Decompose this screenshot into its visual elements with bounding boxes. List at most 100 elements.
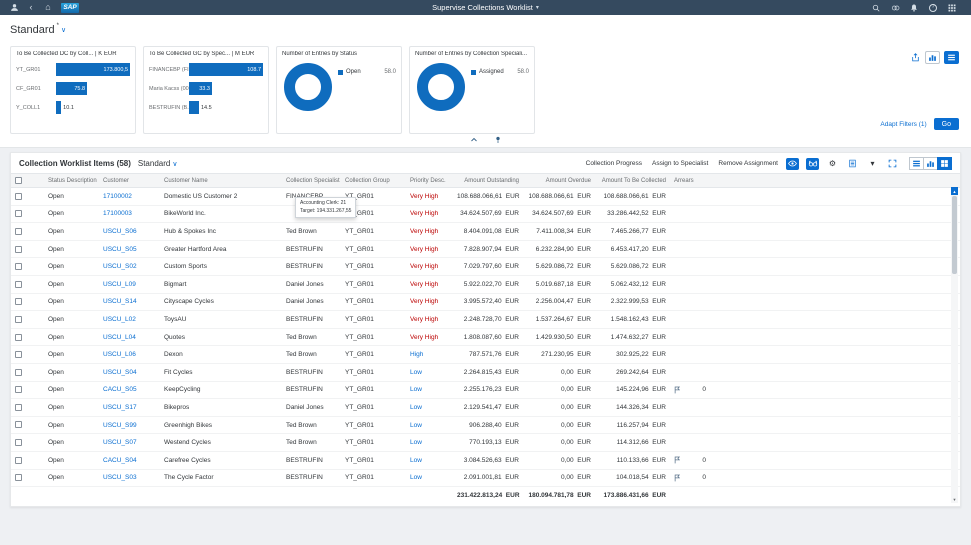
bar-row[interactable]: Y_COLL110.1	[16, 98, 130, 117]
notifications-bell-icon[interactable]	[908, 2, 920, 14]
view-chart-button[interactable]	[923, 157, 938, 170]
fullscreen-button[interactable]	[886, 158, 899, 170]
row-checkbox[interactable]	[15, 474, 22, 481]
settings-gear-icon[interactable]: ⚙	[826, 158, 839, 170]
bar-row[interactable]: BESTRUFIN (B...14.5	[149, 98, 263, 117]
pin-icon[interactable]	[493, 135, 503, 145]
bar[interactable]: 108.7	[189, 63, 263, 76]
scrollbar-thumb[interactable]	[952, 196, 957, 274]
row-checkbox[interactable]	[15, 281, 22, 288]
customer-link[interactable]: USCU_S05	[103, 246, 137, 253]
bar-row[interactable]: CF_GR0175.8	[16, 79, 130, 98]
customer-link[interactable]: USCU_L09	[103, 281, 136, 288]
col-arrears[interactable]: Arrears	[670, 174, 710, 188]
row-checkbox[interactable]	[15, 369, 22, 376]
table-row[interactable]: Open USCU_L02 ToysAU BESTRUFIN YT_GR01 V…	[11, 311, 960, 329]
table-row[interactable]: Open USCU_L09 Bigmart Daniel Jones YT_GR…	[11, 276, 960, 294]
col-status-description[interactable]: Status Description	[44, 174, 99, 188]
customer-link[interactable]: USCU_L04	[103, 334, 136, 341]
home-icon[interactable]: ⌂	[42, 2, 54, 14]
col-collection-group[interactable]: Collection Group	[341, 174, 406, 188]
table-scrollbar[interactable]: ▲ ▼	[951, 187, 958, 503]
customer-link[interactable]: USCU_S17	[103, 404, 137, 411]
bar-row[interactable]: FINANCEBP (FI...108.7	[149, 60, 263, 79]
table-row[interactable]: Open USCU_S05 Greater Hartford Area BEST…	[11, 240, 960, 258]
table-view-button[interactable]	[944, 51, 959, 64]
row-checkbox[interactable]	[15, 404, 22, 411]
back-icon[interactable]: ‹	[25, 2, 37, 14]
bar-row[interactable]: YT_GR01173.800,5	[16, 60, 130, 79]
customer-link[interactable]: USCU_S99	[103, 422, 137, 429]
table-row[interactable]: Open USCU_S07 Westend Cycles Ted Brown Y…	[11, 434, 960, 452]
assign-to-specialist-button[interactable]: Assign to Specialist	[651, 160, 709, 167]
donut-chart[interactable]	[417, 63, 465, 111]
row-checkbox[interactable]	[15, 210, 22, 217]
table-row[interactable]: Open USCU_S17 Bikepros Daniel Jones YT_G…	[11, 399, 960, 417]
chart-card-to-be-collected-dc[interactable]: To Be Collected DC by Coll... | K EUR YT…	[10, 46, 136, 134]
col-amount-overdue[interactable]: Amount Overdue	[523, 174, 595, 188]
page-variant-selector[interactable]: Standard*∨	[10, 24, 66, 36]
customer-link[interactable]: USCU_S14	[103, 298, 137, 305]
select-all-checkbox[interactable]	[11, 174, 44, 188]
customer-link[interactable]: USCU_S02	[103, 263, 137, 270]
user-icon[interactable]	[8, 2, 20, 14]
row-checkbox[interactable]	[15, 316, 22, 323]
bar[interactable]	[189, 101, 199, 114]
table-row[interactable]: Open 17100003 BikeWorld Inc. YT_GR01 Ver…	[11, 205, 960, 223]
remove-assignment-button[interactable]: Remove Assignment	[717, 160, 779, 167]
row-checkbox[interactable]	[15, 193, 22, 200]
sap-logo[interactable]: SAP	[61, 3, 79, 13]
row-checkbox[interactable]	[15, 421, 22, 428]
table-row[interactable]: Open USCU_S03 The Cycle Factor BESTRUFIN…	[11, 469, 960, 487]
table-row[interactable]: Open CACU_S04 Carefree Cycles BESTRUFIN …	[11, 451, 960, 469]
row-checkbox[interactable]	[15, 228, 22, 235]
share-icon[interactable]	[909, 52, 921, 64]
view-grid-button[interactable]	[937, 157, 952, 170]
table-row[interactable]: Open USCU_S99 Greenhigh Bikes Ted Brown …	[11, 416, 960, 434]
customer-link[interactable]: 17100003	[103, 210, 132, 217]
table-row[interactable]: Open CACU_S05 KeepCycling BESTRUFIN YT_G…	[11, 381, 960, 399]
go-button[interactable]: Go	[934, 118, 959, 130]
col-customer-name[interactable]: Customer Name	[160, 174, 282, 188]
export-spreadsheet-icon[interactable]	[846, 158, 859, 170]
table-variant-selector[interactable]: Standard ∨	[138, 159, 178, 168]
row-checkbox[interactable]	[15, 334, 22, 341]
bar[interactable]: 173.800,5	[56, 63, 130, 76]
chart-card-entries-by-status[interactable]: Number of Entries by Status Open 58.0	[276, 46, 402, 134]
customer-link[interactable]: CACU_S04	[103, 457, 137, 464]
customer-link[interactable]: USCU_L06	[103, 351, 136, 358]
col-customer[interactable]: Customer	[99, 174, 160, 188]
display-settings-button[interactable]	[806, 158, 819, 170]
customer-link[interactable]: CACU_S05	[103, 386, 137, 393]
overflow-chevron-icon[interactable]: ▾	[866, 158, 879, 170]
table-row[interactable]: Open USCU_S14 Cityscape Cycles Daniel Jo…	[11, 293, 960, 311]
row-checkbox[interactable]	[15, 439, 22, 446]
show-details-button[interactable]	[786, 158, 799, 170]
search-icon[interactable]	[870, 2, 882, 14]
app-title[interactable]: Supervise Collections Worklist ▾	[432, 3, 539, 12]
col-amount-outstanding[interactable]: Amount Outstanding	[453, 174, 523, 188]
view-table-button[interactable]	[909, 157, 924, 170]
row-checkbox[interactable]	[15, 246, 22, 253]
customer-link[interactable]: 17100002	[103, 193, 132, 200]
bar-row[interactable]: Maria Kacss (000...33.3	[149, 79, 263, 98]
col-collection-specialist[interactable]: Collection Specialist	[282, 174, 341, 188]
copilot-icon[interactable]	[889, 2, 901, 14]
customer-link[interactable]: USCU_L02	[103, 316, 136, 323]
collection-progress-button[interactable]: Collection Progress	[585, 160, 643, 167]
table-row[interactable]: Open USCU_S06 Hub & Spokes Inc Ted Brown…	[11, 223, 960, 241]
table-row[interactable]: Open USCU_L06 Dexon Ted Brown YT_GR01 Hi…	[11, 346, 960, 364]
row-checkbox[interactable]	[15, 263, 22, 270]
adapt-filters-link[interactable]: Adapt Filters (1)	[880, 121, 926, 128]
col-amount-to-be-collected[interactable]: Amount To Be Collected	[595, 174, 670, 188]
table-row[interactable]: Open USCU_S02 Custom Sports BESTRUFIN YT…	[11, 258, 960, 276]
customer-link[interactable]: USCU_S04	[103, 369, 137, 376]
row-checkbox[interactable]	[15, 386, 22, 393]
chart-view-button[interactable]	[925, 51, 940, 64]
customer-link[interactable]: USCU_S03	[103, 474, 137, 481]
table-row[interactable]: Open USCU_S04 Fit Cycles BESTRUFIN YT_GR…	[11, 364, 960, 382]
collapse-header-icon[interactable]	[469, 135, 479, 145]
scroll-down-arrow[interactable]: ▼	[951, 495, 958, 503]
bar[interactable]: 33.3	[189, 82, 212, 95]
row-checkbox[interactable]	[15, 457, 22, 464]
